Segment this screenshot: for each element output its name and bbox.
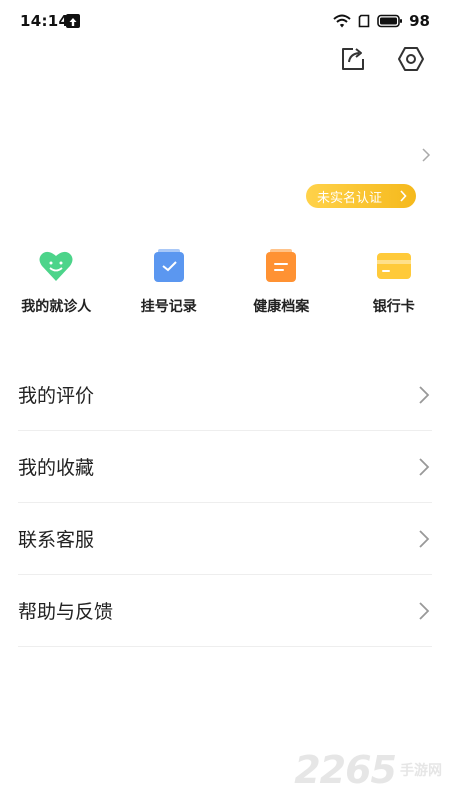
- menu-item-help-feedback[interactable]: 帮助与反馈: [18, 575, 432, 647]
- verify-status-badge[interactable]: 未实名认证: [306, 184, 416, 208]
- status-bar: 14:14 98: [0, 0, 450, 44]
- menu-item-label: 我的评价: [18, 385, 95, 407]
- watermark-logo: 2265 手游网: [294, 748, 442, 792]
- profile-chevron-icon[interactable]: [418, 146, 434, 164]
- header-actions: [338, 44, 426, 74]
- watermark-text: 手游网: [400, 763, 442, 779]
- chevron-right-icon: [400, 190, 407, 202]
- status-time: 14:14: [20, 12, 70, 30]
- battery-icon: [377, 14, 403, 28]
- status-indicators: 98: [333, 12, 430, 30]
- quick-action-label: 挂号记录: [140, 299, 197, 315]
- verify-status-label: 未实名认证: [317, 190, 383, 206]
- watermark-number: 2265: [294, 748, 397, 792]
- calendar-check-icon: [149, 248, 189, 284]
- chevron-right-icon: [419, 457, 430, 476]
- menu-item-label: 我的收藏: [18, 457, 95, 479]
- chevron-right-icon: [419, 601, 430, 620]
- battery-level: 98: [409, 12, 430, 30]
- menu-item-favorites[interactable]: 我的收藏: [18, 431, 432, 503]
- menu-item-customer-service[interactable]: 联系客服: [18, 503, 432, 575]
- bank-card-icon: [374, 248, 414, 284]
- menu-item-reviews[interactable]: 我的评价: [18, 359, 432, 431]
- chevron-right-icon: [419, 385, 430, 404]
- heart-face-icon: [36, 248, 76, 284]
- wifi-icon: [333, 14, 351, 28]
- quick-action-label: 我的就诊人: [21, 299, 92, 315]
- quick-action-label: 健康档案: [253, 299, 310, 315]
- menu-list: 我的评价 我的收藏 联系客服 帮助与反馈: [18, 359, 432, 647]
- quick-action-bank-card[interactable]: 银行卡: [338, 248, 450, 316]
- menu-item-label: 联系客服: [18, 529, 95, 551]
- upload-notification-icon: [66, 14, 80, 28]
- chevron-right-icon: [419, 529, 430, 548]
- quick-action-appointments[interactable]: 挂号记录: [113, 248, 226, 316]
- sim-card-icon: [358, 14, 370, 28]
- settings-icon[interactable]: [396, 44, 426, 74]
- quick-action-label: 银行卡: [372, 299, 415, 315]
- quick-action-health-records[interactable]: 健康档案: [225, 248, 338, 316]
- menu-item-label: 帮助与反馈: [18, 601, 114, 623]
- quick-actions: 我的就诊人 挂号记录 健康档案 银行卡: [0, 248, 450, 316]
- quick-action-patients[interactable]: 我的就诊人: [0, 248, 113, 316]
- clipboard-icon: [261, 248, 301, 284]
- share-icon[interactable]: [338, 44, 368, 74]
